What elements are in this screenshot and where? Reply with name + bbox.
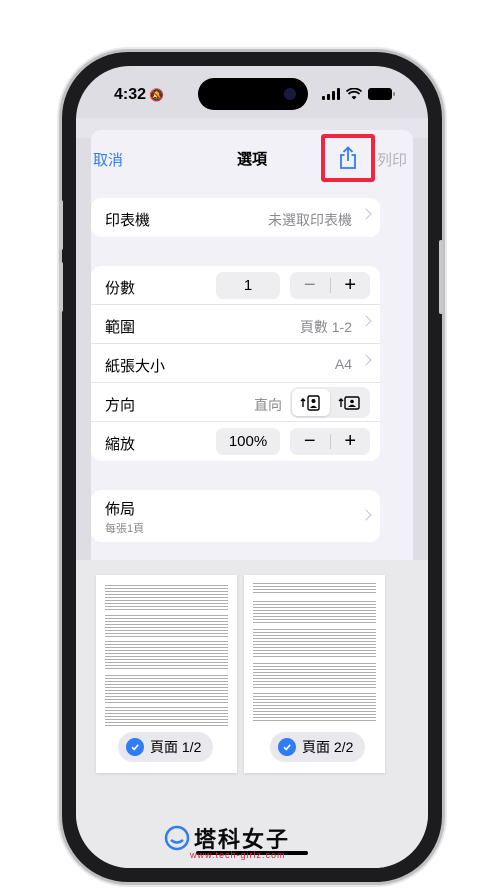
options-card: 份數 1 − + 範圍 頁數 1-2 紙張大小 A4 方向 直向 縮放 100%… [91, 266, 380, 461]
page-badge: 頁面 1/2 [118, 732, 214, 762]
copies-label: 份數 [105, 280, 136, 297]
scale-stepper: − + [290, 428, 370, 455]
page-badge: 頁面 2/2 [270, 732, 366, 762]
landscape-option[interactable] [330, 389, 368, 416]
wifi-icon [346, 88, 362, 100]
printer-value: 未選取印表機 [268, 212, 352, 228]
battery-icon [368, 88, 395, 100]
range-value: 頁數 1-2 [299, 319, 352, 335]
scale-decrement-button[interactable]: − [290, 428, 330, 455]
side-button [439, 240, 443, 314]
watermark: 塔科女子 www.tech-girlz.com [164, 822, 290, 860]
bell-muted-icon: 🔕 [149, 88, 164, 102]
page-badge-label: 頁面 1/2 [150, 739, 202, 755]
paper-size-value: A4 [334, 356, 352, 372]
scale-label: 縮放 [105, 436, 136, 453]
share-button[interactable] [321, 134, 375, 182]
cellular-signal-icon [322, 88, 340, 100]
smiley-logo-icon [164, 825, 190, 851]
range-row[interactable]: 範圍 頁數 1-2 [91, 305, 380, 344]
chevron-right-icon [360, 315, 372, 327]
orientation-row: 方向 直向 [91, 383, 380, 422]
orientation-label: 方向 [105, 397, 136, 414]
status-icons [322, 88, 395, 100]
share-icon [340, 146, 356, 169]
landscape-icon [338, 395, 360, 410]
copies-field[interactable]: 1 [216, 272, 280, 299]
status-time: 4:32 🔕 [114, 86, 164, 103]
printer-card: 印表機 未選取印表機 [91, 198, 380, 237]
scale-row: 縮放 100% − + [91, 422, 380, 461]
print-options-sheet: 取消 選項 列印 印表機 未選取印表機 份數 1 − + 範圍 頁數 1-2 紙… [76, 130, 428, 868]
checkmark-icon [278, 738, 296, 756]
printer-row[interactable]: 印表機 未選取印表機 [91, 198, 380, 237]
chevron-right-icon [360, 509, 372, 521]
print-button[interactable]: 列印 [377, 149, 407, 170]
chevron-right-icon [360, 208, 372, 220]
dynamic-island [198, 78, 308, 110]
orientation-value: 直向 [254, 397, 282, 413]
layout-label: 佈局 [105, 501, 136, 518]
paper-size-label: 紙張大小 [105, 358, 166, 375]
page-preview-2[interactable]: 頁面 2/2 [244, 575, 385, 773]
checkmark-icon [126, 738, 144, 756]
chevron-right-icon [360, 354, 372, 366]
printer-label: 印表機 [105, 212, 151, 229]
copies-row: 份數 1 − + [91, 266, 380, 305]
nav-bar: 取消 選項 列印 [91, 130, 413, 182]
orientation-control [290, 387, 370, 418]
volume-down-button [59, 262, 63, 312]
copies-decrement-button[interactable]: − [290, 272, 330, 299]
portrait-icon [300, 394, 320, 411]
range-label: 範圍 [105, 319, 136, 336]
paper-size-row[interactable]: 紙張大小 A4 [91, 344, 380, 383]
scale-increment-button[interactable]: + [331, 428, 371, 455]
screen: 4:32 🔕 取消 選項 列印 印表機 未選取印表機 份數 1 − + 範圍 頁… [76, 66, 428, 868]
copies-stepper: − + [290, 272, 370, 299]
copies-increment-button[interactable]: + [331, 272, 371, 299]
page-preview-1[interactable]: 頁面 1/2 [96, 575, 237, 773]
layout-subtitle: 每張1頁 [105, 523, 145, 535]
portrait-option[interactable] [292, 389, 330, 416]
scale-field[interactable]: 100% [216, 428, 280, 455]
page-badge-label: 頁面 2/2 [302, 739, 354, 755]
watermark-url: www.tech-girlz.com [190, 850, 286, 860]
volume-up-button [59, 200, 63, 250]
layout-card[interactable]: 佈局 每張1頁 [91, 490, 380, 542]
